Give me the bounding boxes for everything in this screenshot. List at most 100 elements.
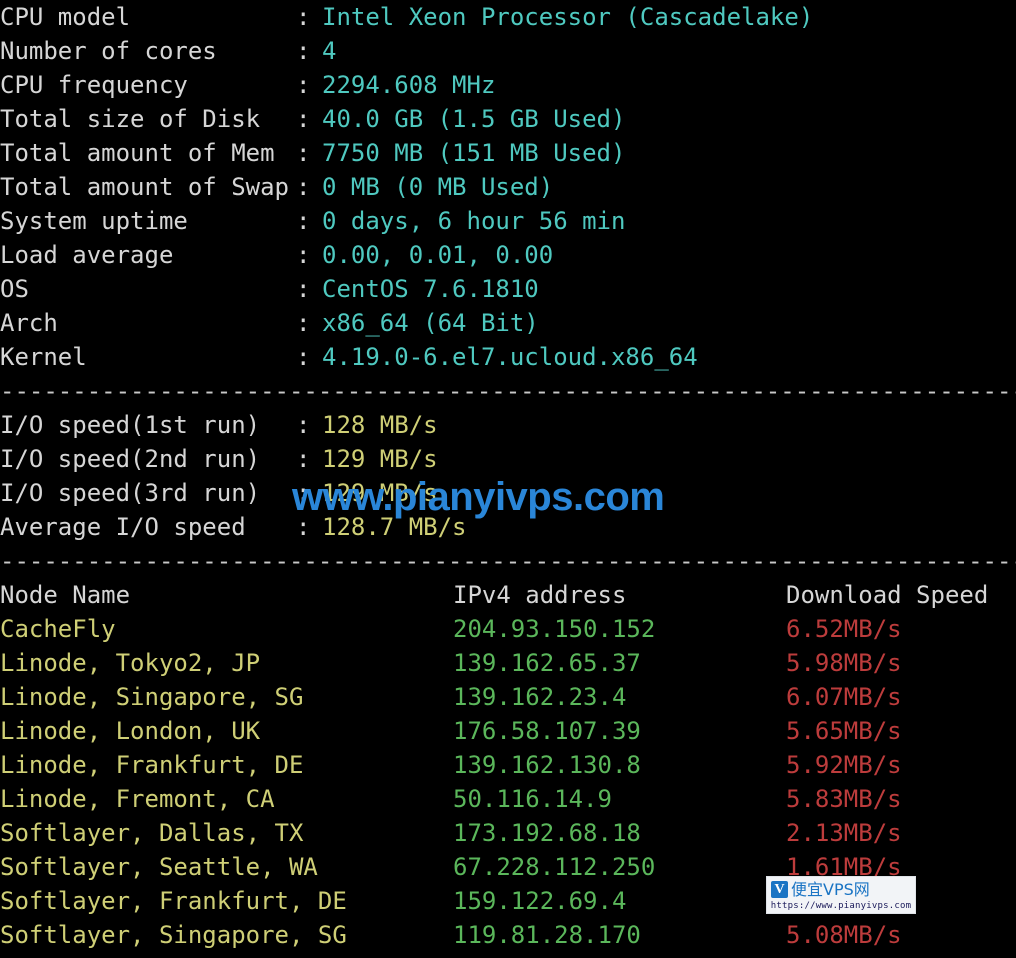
- io-colon: :: [296, 411, 311, 439]
- io-label: Average I/O speed: [0, 513, 246, 541]
- info-label: Total amount of Swap: [0, 173, 289, 201]
- info-colon: :: [296, 105, 311, 133]
- io-label: I/O speed(2nd run): [0, 445, 261, 473]
- header-ipv4-address: IPv4 address: [453, 581, 627, 609]
- info-row-total-amount-of-swap: Total amount of Swap : 0 MB (0 MB Used): [0, 170, 1016, 204]
- info-row-cpu-model: CPU model : Intel Xeon Processor (Cascad…: [0, 0, 1016, 34]
- info-colon: :: [296, 3, 311, 31]
- io-colon: :: [296, 479, 311, 507]
- info-label: Total size of Disk: [0, 105, 261, 133]
- info-colon: :: [296, 275, 311, 303]
- info-label: Number of cores: [0, 37, 217, 65]
- info-row-load-average: Load average : 0.00, 0.01, 0.00: [0, 238, 1016, 272]
- info-row-system-uptime: System uptime : 0 days, 6 hour 56 min: [0, 204, 1016, 238]
- node-ipv4: 139.162.130.8: [453, 751, 641, 779]
- info-colon: :: [296, 37, 311, 65]
- table-row: Softlayer, Frankfurt, DE 159.122.69.4 2.…: [0, 884, 1016, 918]
- node-download-speed: 1.61MB/s: [786, 853, 902, 881]
- node-download-speed: 5.65MB/s: [786, 717, 902, 745]
- table-row: CacheFly 204.93.150.152 6.52MB/s: [0, 612, 1016, 646]
- info-label: CPU model: [0, 3, 131, 31]
- node-ipv4: 176.58.107.39: [453, 717, 641, 745]
- io-row-1st-run: I/O speed(1st run) : 128 MB/s: [0, 408, 1016, 442]
- node-ipv4: 159.122.69.4: [453, 887, 627, 915]
- system-info-block: CPU model : Intel Xeon Processor (Cascad…: [0, 0, 1016, 374]
- node-ipv4: 67.228.112.250: [453, 853, 656, 881]
- io-colon: :: [296, 445, 311, 473]
- io-row-average: Average I/O speed : 128.7 MB/s: [0, 510, 1016, 544]
- separator-line-bottom: ----------------------------------------…: [0, 547, 1016, 575]
- node-speed-table: Node Name IPv4 address Download Speed Ca…: [0, 578, 1016, 952]
- info-colon: :: [296, 71, 311, 99]
- info-value: 4.19.0-6.el7.ucloud.x86_64: [322, 343, 698, 371]
- info-row-cpu-frequency: CPU frequency : 2294.608 MHz: [0, 68, 1016, 102]
- io-value: 129 MB/s: [322, 479, 438, 507]
- table-row: Linode, Fremont, CA 50.116.14.9 5.83MB/s: [0, 782, 1016, 816]
- node-name: Linode, Frankfurt, DE: [0, 751, 304, 779]
- node-name: Linode, London, UK: [0, 717, 261, 745]
- info-colon: :: [296, 173, 311, 201]
- node-download-speed: 5.08MB/s: [786, 921, 902, 949]
- io-row-2nd-run: I/O speed(2nd run) : 129 MB/s: [0, 442, 1016, 476]
- node-name: Linode, Tokyo2, JP: [0, 649, 261, 677]
- info-label: Kernel: [0, 343, 87, 371]
- info-value: Intel Xeon Processor (Cascadelake): [322, 3, 814, 31]
- info-label: Total amount of Mem: [0, 139, 275, 167]
- info-value: 2294.608 MHz: [322, 71, 496, 99]
- node-name: Softlayer, Dallas, TX: [0, 819, 304, 847]
- node-name: Softlayer, Seattle, WA: [0, 853, 318, 881]
- node-download-speed: 5.98MB/s: [786, 649, 902, 677]
- node-ipv4: 50.116.14.9: [453, 785, 612, 813]
- info-label: Load average: [0, 241, 174, 269]
- header-download-speed: Download Speed: [786, 581, 989, 609]
- io-row-3rd-run: I/O speed(3rd run) : 129 MB/s: [0, 476, 1016, 510]
- table-row: Linode, Frankfurt, DE 139.162.130.8 5.92…: [0, 748, 1016, 782]
- info-label: Arch: [0, 309, 58, 337]
- node-download-speed: 2.94MB/s: [786, 887, 902, 915]
- info-value: CentOS 7.6.1810: [322, 275, 539, 303]
- info-label: CPU frequency: [0, 71, 188, 99]
- info-value: 40.0 GB (1.5 GB Used): [322, 105, 626, 133]
- info-value: 0 MB (0 MB Used): [322, 173, 554, 201]
- info-value: x86_64 (64 Bit): [322, 309, 539, 337]
- table-row: Linode, Tokyo2, JP 139.162.65.37 5.98MB/…: [0, 646, 1016, 680]
- io-label: I/O speed(1st run): [0, 411, 261, 439]
- node-name: CacheFly: [0, 615, 116, 643]
- info-value: 0.00, 0.01, 0.00: [322, 241, 554, 269]
- info-row-total-amount-of-mem: Total amount of Mem : 7750 MB (151 MB Us…: [0, 136, 1016, 170]
- info-label: System uptime: [0, 207, 188, 235]
- node-ipv4: 204.93.150.152: [453, 615, 656, 643]
- node-download-speed: 5.92MB/s: [786, 751, 902, 779]
- info-colon: :: [296, 207, 311, 235]
- io-label: I/O speed(3rd run): [0, 479, 261, 507]
- info-colon: :: [296, 139, 311, 167]
- info-row-kernel: Kernel : 4.19.0-6.el7.ucloud.x86_64: [0, 340, 1016, 374]
- table-header-row: Node Name IPv4 address Download Speed: [0, 578, 1016, 612]
- header-node-name: Node Name: [0, 581, 131, 609]
- info-row-number-of-cores: Number of cores : 4: [0, 34, 1016, 68]
- table-row: Softlayer, Singapore, SG 119.81.28.170 5…: [0, 918, 1016, 952]
- info-colon: :: [296, 343, 311, 371]
- info-colon: :: [296, 241, 311, 269]
- table-row: Linode, Singapore, SG 139.162.23.4 6.07M…: [0, 680, 1016, 714]
- info-value: 0 days, 6 hour 56 min: [322, 207, 626, 235]
- info-label: OS: [0, 275, 29, 303]
- info-row-arch: Arch : x86_64 (64 Bit): [0, 306, 1016, 340]
- node-download-speed: 6.52MB/s: [786, 615, 902, 643]
- table-row: Softlayer, Seattle, WA 67.228.112.250 1.…: [0, 850, 1016, 884]
- io-value: 128 MB/s: [322, 411, 438, 439]
- node-ipv4: 139.162.23.4: [453, 683, 627, 711]
- table-row: Softlayer, Dallas, TX 173.192.68.18 2.13…: [0, 816, 1016, 850]
- node-name: Softlayer, Singapore, SG: [0, 921, 347, 949]
- info-value: 7750 MB (151 MB Used): [322, 139, 626, 167]
- info-row-total-size-of-disk: Total size of Disk : 40.0 GB (1.5 GB Use…: [0, 102, 1016, 136]
- info-value: 4: [322, 37, 337, 65]
- node-name: Linode, Singapore, SG: [0, 683, 304, 711]
- node-ipv4: 173.192.68.18: [453, 819, 641, 847]
- io-speed-block: I/O speed(1st run) : 128 MB/s I/O speed(…: [0, 408, 1016, 544]
- node-name: Softlayer, Frankfurt, DE: [0, 887, 347, 915]
- table-row: Linode, London, UK 176.58.107.39 5.65MB/…: [0, 714, 1016, 748]
- node-download-speed: 2.13MB/s: [786, 819, 902, 847]
- info-colon: :: [296, 309, 311, 337]
- io-value: 128.7 MB/s: [322, 513, 467, 541]
